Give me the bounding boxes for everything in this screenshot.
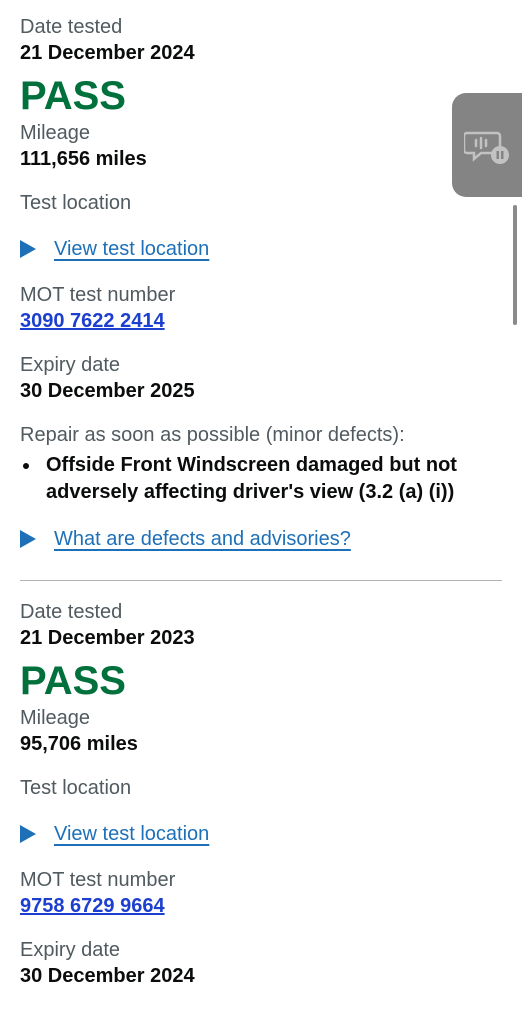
scrollbar[interactable] <box>513 205 517 325</box>
voice-chat-overlay-button[interactable] <box>452 93 522 197</box>
date-tested-value: 21 December 2023 <box>20 627 195 649</box>
mot-record: Date tested 21 December 2023 PASS Mileag… <box>20 599 502 989</box>
mileage-value: 111,656 miles <box>20 148 147 170</box>
defects-list: Offside Front Windscreen damaged but not… <box>20 452 502 506</box>
expand-triangle-icon <box>20 240 36 258</box>
defects-heading: Repair as soon as possible (minor defect… <box>20 424 405 446</box>
view-test-location-link[interactable]: View test location <box>54 823 209 846</box>
mot-test-number-link[interactable]: 3090 7622 2414 <box>20 308 165 334</box>
expand-triangle-icon <box>20 825 36 843</box>
mot-history: Date tested 21 December 2024 PASS Mileag… <box>20 14 502 989</box>
expand-triangle-icon <box>20 530 36 548</box>
test-result: PASS <box>20 659 126 703</box>
voice-chat-pause-icon <box>464 131 509 164</box>
defect-item: Offside Front Windscreen damaged but not… <box>20 452 502 506</box>
mileage-label: Mileage <box>20 707 91 729</box>
expiry-date-value: 30 December 2024 <box>20 965 195 987</box>
expiry-date-label: Expiry date <box>20 354 121 376</box>
test-location-label: Test location <box>20 777 132 799</box>
date-tested-value: 21 December 2024 <box>20 42 195 64</box>
mileage-label: Mileage <box>20 122 91 144</box>
test-location-label: Test location <box>20 192 132 214</box>
mileage-value: 95,706 miles <box>20 733 138 755</box>
defects-advisories-toggle[interactable]: What are defects and advisories? <box>20 524 502 554</box>
expiry-date-label: Expiry date <box>20 939 121 961</box>
expiry-date-value: 30 December 2025 <box>20 380 195 402</box>
mot-test-number-label: MOT test number <box>20 869 176 891</box>
view-test-location-toggle[interactable]: View test location <box>20 234 502 264</box>
view-test-location-toggle[interactable]: View test location <box>20 819 502 849</box>
mot-record: Date tested 21 December 2024 PASS Mileag… <box>20 14 502 554</box>
bottom-fade <box>0 988 522 1024</box>
record-divider <box>20 580 502 581</box>
defects-advisories-link[interactable]: What are defects and advisories? <box>54 528 351 551</box>
date-tested-label: Date tested <box>20 16 123 38</box>
mot-test-number-link[interactable]: 9758 6729 9664 <box>20 893 165 919</box>
test-result: PASS <box>20 74 126 118</box>
view-test-location-link[interactable]: View test location <box>54 238 209 261</box>
date-tested-label: Date tested <box>20 601 123 623</box>
mot-test-number-label: MOT test number <box>20 284 176 306</box>
